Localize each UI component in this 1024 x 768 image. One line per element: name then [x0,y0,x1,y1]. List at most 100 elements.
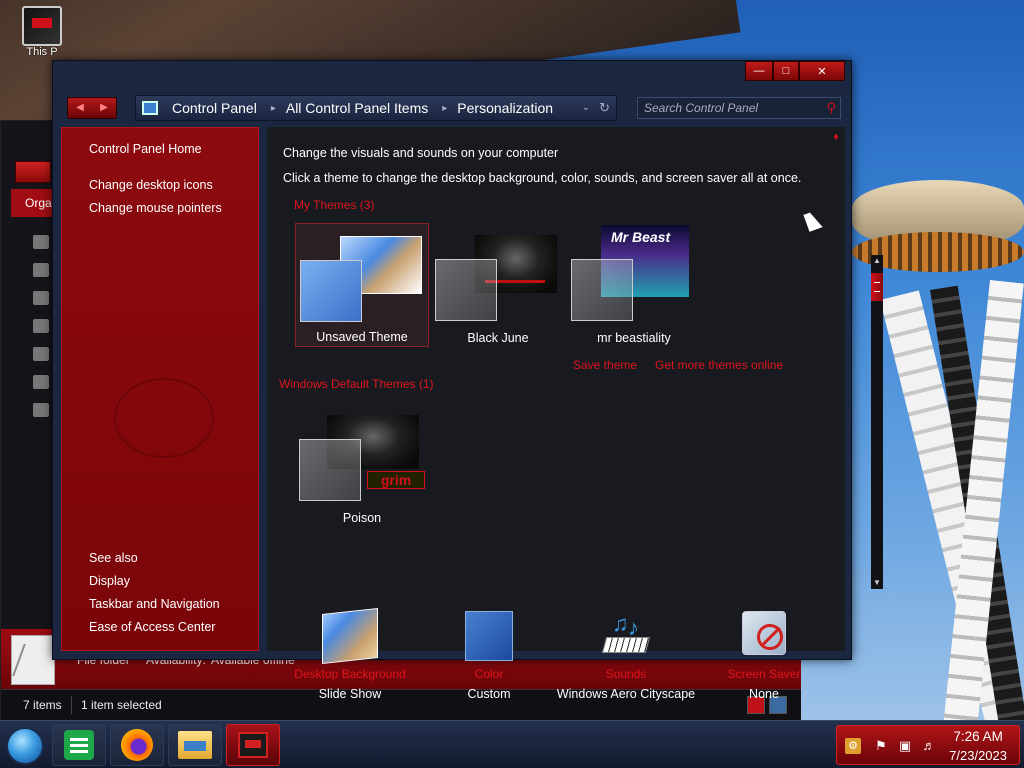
file-explorer-icon [178,731,212,759]
control-panel-home-link[interactable]: Control Panel Home [89,142,202,156]
breadcrumb-all-items[interactable]: All Control Panel Items [280,100,442,116]
address-bar: ◀ ▶ Control Panel ▸ All Control Panel It… [65,95,841,121]
nav-item-icon[interactable] [33,403,49,417]
control-panel-icon [238,732,268,758]
start-button[interactable] [6,727,44,765]
scroll-up-icon[interactable]: ▲ [871,255,883,267]
caption-buttons: — □ ✕ [745,61,845,81]
theme-unsaved[interactable]: Unsaved Theme [295,223,429,347]
color-setting[interactable]: Color Custom [414,611,564,701]
taskbar-file-explorer[interactable] [168,724,222,766]
theme-scrollbar[interactable]: ▲ ▼ [871,255,883,589]
content-area: ♦ Change the visuals and sounds on your … [267,127,883,701]
navigation-pane [11,221,57,621]
theme-poison[interactable]: grim Poison [295,403,429,527]
breadcrumb-separator-icon[interactable]: ▸ [271,103,276,114]
theme-image-text: grim [367,471,425,489]
screen-saver-icon [742,611,786,655]
theme-name: Unsaved Theme [316,330,408,344]
sheets-app-icon [64,730,94,760]
setting-label[interactable]: Sounds [551,667,701,681]
theme-name: Black June [467,331,529,345]
back-arrow-icon[interactable]: ◀ [68,98,92,118]
left-pane: Control Panel Home Change desktop icons … [61,127,259,651]
close-button[interactable]: ✕ [799,61,845,81]
breadcrumb[interactable]: Control Panel ▸ All Control Panel Items … [135,95,617,121]
page-subtitle: Click a theme to change the desktop back… [283,171,802,185]
scroll-down-icon[interactable]: ▼ [871,577,883,589]
chevron-down-icon[interactable]: ⌄ [582,102,590,113]
desktop-icon-label: This P [26,46,58,58]
setting-label[interactable]: Color [414,667,564,681]
screen-saver-setting[interactable]: Screen Saver None [689,611,839,701]
nav-item-icon[interactable] [33,347,49,361]
page-title: Change the visuals and sounds on your co… [283,146,559,160]
search-input[interactable] [638,98,814,118]
theme-color-preview [435,259,497,321]
maximize-button[interactable]: □ [773,61,799,81]
nav-item-icon[interactable] [33,319,49,333]
minimize-button[interactable]: — [745,61,773,81]
nav-item-icon[interactable] [33,235,49,249]
ease-of-access-link[interactable]: Ease of Access Center [89,620,215,634]
action-center-flag-icon[interactable]: ⚑ [873,738,889,754]
control-panel-icon [142,101,158,115]
folder-thumbnail-icon [11,635,55,685]
color-swatch-icon [465,611,513,661]
breadcrumb-control-panel[interactable]: Control Panel [166,100,271,116]
get-more-themes-link[interactable]: Get more themes online [655,358,783,372]
back-button[interactable] [15,161,51,183]
my-themes-title[interactable]: My Themes (3) [294,198,374,212]
see-also-title: See also [89,551,138,565]
taskbar-navigation-link[interactable]: Taskbar and Navigation [89,597,220,611]
theme-mr-beastiality[interactable]: Mr Beast mr beastiality [567,223,701,347]
back-forward-buttons[interactable]: ◀ ▶ [67,97,117,119]
sounds-setting[interactable]: ♫ ♪ Sounds Windows Aero Cityscape [551,611,701,701]
refresh-icon[interactable]: ↻ [599,100,610,116]
scroll-thumb[interactable] [871,273,883,301]
theme-color-preview [299,439,361,501]
taskbar-sheets-app[interactable] [52,724,106,766]
theme-name: mr beastiality [597,331,671,345]
desktop-icon-this-pc[interactable]: This P [16,6,68,58]
setting-label[interactable]: Screen Saver [689,667,839,681]
clock-time: 7:26 AM [953,729,1003,744]
change-desktop-icons-link[interactable]: Change desktop icons [89,178,213,192]
computer-icon [22,6,62,46]
theme-list: Unsaved Theme Black June Mr Beast mr bea… [279,215,821,589]
theme-color-preview [300,260,362,322]
setting-label[interactable]: Desktop Background [275,667,425,681]
volume-icon[interactable]: ♬ [921,738,937,754]
clock[interactable]: 7:26 AM 7/23/2023 [949,729,1007,763]
network-icon[interactable]: ▣ [897,738,913,754]
desktop-background-icon [322,608,378,664]
theme-black-june[interactable]: Black June [431,223,565,347]
breadcrumb-separator-icon[interactable]: ▸ [442,103,447,114]
save-theme-link[interactable]: Save theme [573,358,637,372]
nav-item-icon[interactable] [33,263,49,277]
help-icon[interactable]: ♦ [833,131,839,143]
status-item-count: 7 items [23,698,62,712]
firefox-icon [121,729,153,761]
sounds-icon: ♫ ♪ [598,611,654,661]
search-box[interactable]: ⚲ [637,97,841,119]
tray-app-icon[interactable]: ⚙ [845,738,861,754]
theme-image-text: Mr Beast [611,229,671,245]
display-link[interactable]: Display [89,574,130,588]
personalization-window[interactable]: — □ ✕ ◀ ▶ Control Panel ▸ All Control Pa… [52,60,883,701]
setting-value: None [749,687,779,701]
taskbar: ⚙ ⚑ ▣ ♬ 7:26 AM 7/23/2023 [0,720,1024,768]
desktop-background-setting[interactable]: Desktop Background Slide Show [275,608,425,701]
default-themes-title[interactable]: Windows Default Themes (1) [279,377,434,391]
nav-item-icon[interactable] [33,375,49,389]
theme-color-preview [571,259,633,321]
forward-arrow-icon[interactable]: ▶ [92,98,116,118]
nav-item-icon[interactable] [33,291,49,305]
taskbar-firefox[interactable] [110,724,164,766]
breadcrumb-personalization[interactable]: Personalization [451,100,567,116]
status-selected: 1 item selected [81,698,162,712]
change-mouse-pointers-link[interactable]: Change mouse pointers [89,201,222,215]
taskbar-control-panel[interactable] [226,724,280,766]
notification-area: ⚙ ⚑ ▣ ♬ 7:26 AM 7/23/2023 [836,725,1020,765]
search-icon[interactable]: ⚲ [826,100,836,116]
